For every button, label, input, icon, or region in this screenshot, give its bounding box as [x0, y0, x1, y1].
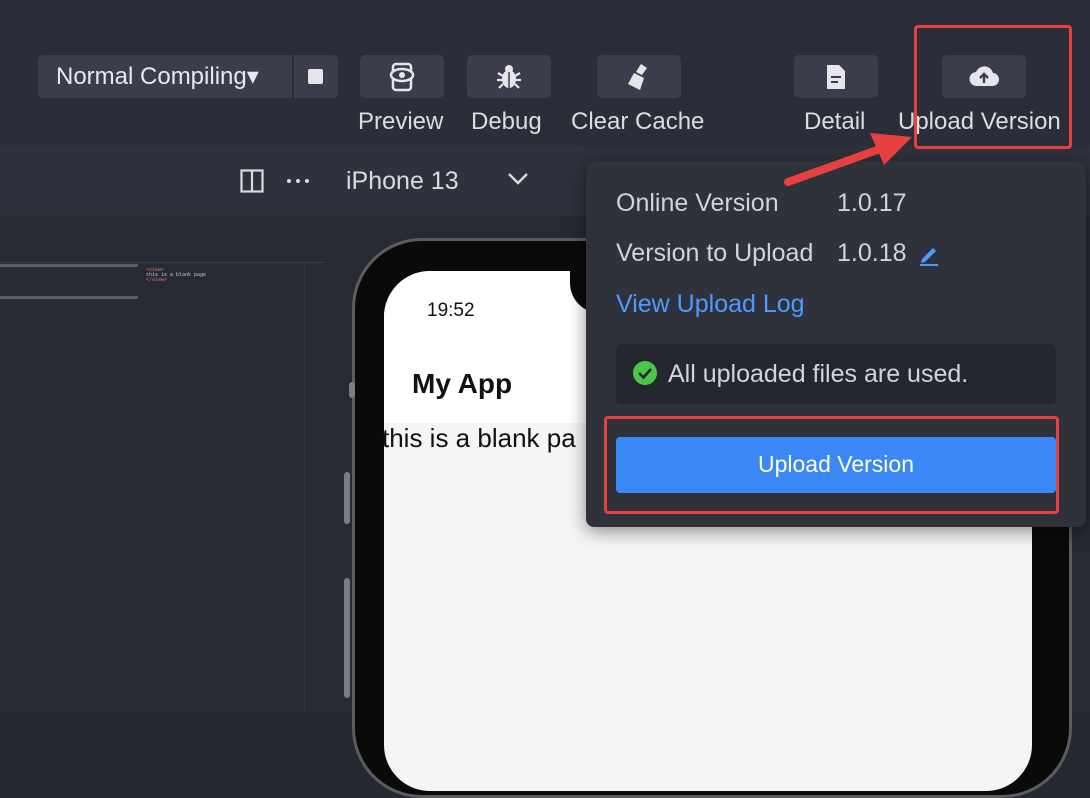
detail-button[interactable]	[794, 55, 878, 98]
phone-volume-button	[344, 472, 350, 524]
highlight-box-toolbar-upload	[914, 25, 1072, 149]
upload-version-label: Version to Upload	[616, 239, 814, 267]
compile-mode-label[interactable]: Normal Compiling▾	[56, 62, 259, 91]
code-minimap-line	[0, 296, 138, 299]
online-version-value: 1.0.17	[837, 189, 907, 217]
clear-cache-button[interactable]	[597, 55, 681, 98]
app-title: My App	[412, 368, 513, 399]
red-arrow-icon	[784, 133, 912, 186]
code-minimap-line	[0, 264, 138, 267]
more-options-icon[interactable]	[286, 178, 310, 184]
page-text: this is a blank pa	[382, 423, 576, 453]
view-upload-log-link[interactable]: View Upload Log	[616, 290, 805, 319]
debug-button[interactable]	[467, 55, 551, 98]
code-pane	[0, 262, 325, 713]
broom-icon	[628, 63, 647, 90]
document-icon	[827, 64, 845, 89]
phone-volume-button	[344, 578, 350, 698]
popup-caret	[976, 149, 1000, 161]
stop-icon[interactable]	[308, 69, 323, 84]
pane-divider[interactable]	[304, 262, 305, 712]
preview-button[interactable]	[360, 55, 444, 98]
code-text[interactable]: <view> this is a blank page </view>	[146, 268, 206, 283]
chevron-down-icon[interactable]	[507, 172, 529, 186]
notice-text: All uploaded files are used.	[668, 360, 969, 388]
status-bar-time: 19:52	[427, 300, 475, 321]
debug-label: Debug	[471, 108, 542, 135]
code-line: </view>	[146, 277, 168, 283]
compile-divider	[292, 55, 294, 98]
online-version-label: Online Version	[616, 189, 779, 217]
phone-side-button	[349, 382, 355, 398]
eye-preview-icon	[389, 62, 415, 91]
preview-label: Preview	[358, 108, 444, 135]
edit-pencil-icon[interactable]	[918, 243, 940, 267]
clear-cache-label: Clear Cache	[571, 108, 705, 135]
device-selector-label[interactable]: iPhone 13	[346, 167, 459, 196]
split-view-icon[interactable]	[240, 169, 264, 193]
highlight-box-upload-button	[604, 416, 1059, 514]
upload-version-value: 1.0.18	[837, 239, 907, 267]
check-circle-icon	[633, 361, 657, 385]
bug-icon	[497, 64, 521, 89]
